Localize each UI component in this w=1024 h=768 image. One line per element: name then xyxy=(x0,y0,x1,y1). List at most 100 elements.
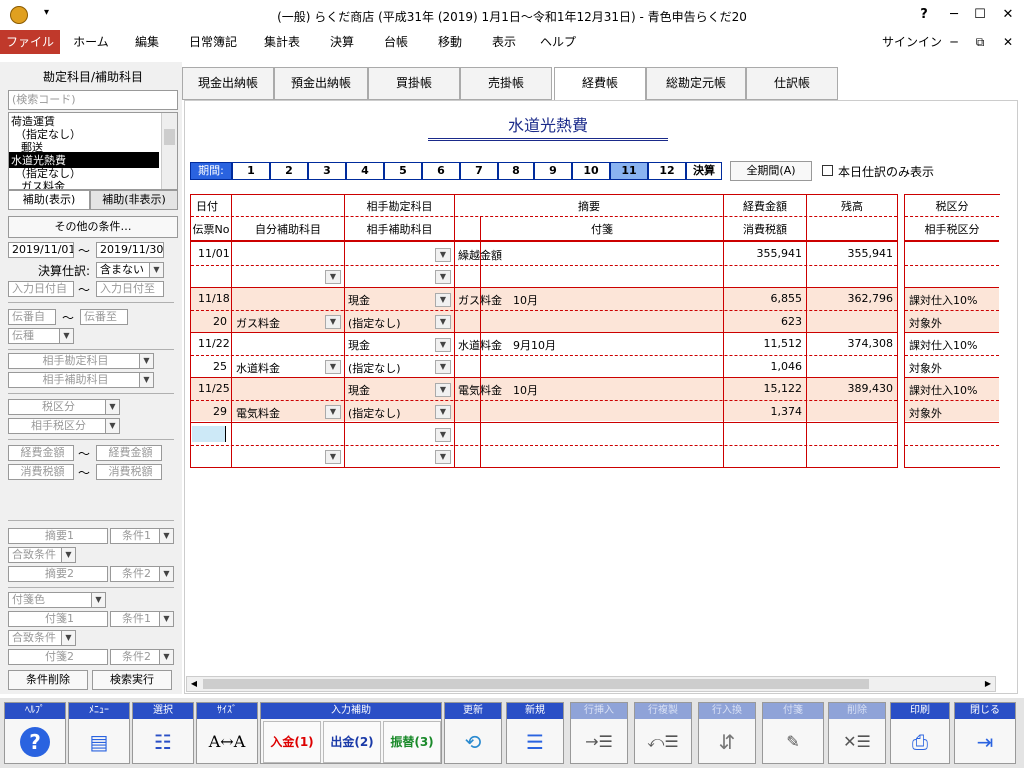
help-button[interactable]: ﾍﾙﾌﾟ? xyxy=(4,702,66,764)
period-12[interactable]: 12 xyxy=(648,162,686,180)
menu-move[interactable]: 移動 xyxy=(430,30,470,54)
withdraw-button[interactable]: 出金(2) xyxy=(323,721,381,763)
period-4[interactable]: 4 xyxy=(346,162,384,180)
cell-date[interactable]: 11/25 xyxy=(198,382,230,395)
select-button[interactable]: 選択 ☷ xyxy=(132,702,194,764)
cell-amount[interactable]: 11,512 xyxy=(724,337,803,350)
summary2-input[interactable]: 摘要2 xyxy=(8,566,108,582)
cell-slip[interactable]: 20 xyxy=(191,315,227,328)
cond1-select[interactable]: 条件1 ▼ xyxy=(110,528,174,544)
cell-date[interactable]: 11/01 xyxy=(198,247,230,260)
cell-partner-tax[interactable]: 対象外 xyxy=(909,360,942,376)
size-button[interactable]: ｻｲｽﾞ A↔A xyxy=(196,702,258,764)
menu-ledger[interactable]: 台帳 xyxy=(376,30,416,54)
all-period-button[interactable]: 全期間(A) xyxy=(730,161,812,181)
period-8[interactable]: 8 xyxy=(498,162,534,180)
period-11[interactable]: 11 xyxy=(610,162,648,180)
cell-summary[interactable]: 繰越金額 xyxy=(458,247,502,263)
horizontal-scrollbar[interactable]: ◀ ▶ xyxy=(186,676,996,692)
period-1[interactable]: 1 xyxy=(232,162,270,180)
minimize-button[interactable]: ─ xyxy=(944,6,964,24)
scroll-right-arrow[interactable]: ▶ xyxy=(981,677,995,691)
slip-to-input[interactable]: 伝番至 xyxy=(80,309,128,325)
tab-journal[interactable]: 仕訳帳 xyxy=(746,67,838,100)
chevron-down-icon[interactable]: ▼ xyxy=(435,293,451,307)
transfer-button[interactable]: 振替(3) xyxy=(383,721,441,763)
cell-partner-account[interactable]: 現金 xyxy=(348,382,370,398)
period-10[interactable]: 10 xyxy=(572,162,610,180)
chevron-down-icon[interactable]: ▼ xyxy=(325,405,341,419)
delete-button[interactable]: 削除 ✕☰ xyxy=(828,702,886,764)
search-execute-button[interactable]: 検索実行 xyxy=(92,670,172,690)
chevron-down-icon[interactable]: ▼ xyxy=(435,338,451,352)
tab-deposit-book[interactable]: 預金出納帳 xyxy=(274,67,368,100)
swap-row-button[interactable]: 行入換 ⇵ xyxy=(698,702,756,764)
other-conditions-button[interactable]: その他の条件… xyxy=(8,216,178,238)
chevron-down-icon[interactable]: ▼ xyxy=(435,405,451,419)
tab-cash-book[interactable]: 現金出納帳 xyxy=(182,67,274,100)
tag-button[interactable]: 付箋 ✎ xyxy=(762,702,824,764)
chevron-down-icon[interactable]: ▼ xyxy=(435,270,451,284)
cell-slip[interactable]: 25 xyxy=(191,360,227,373)
sub-tab-hidden[interactable]: 補助(非表示) xyxy=(90,190,178,210)
slip-type-select[interactable]: 伝種 ▼ xyxy=(8,328,74,344)
cell-partner-tax[interactable]: 対象外 xyxy=(909,315,942,331)
period-3[interactable]: 3 xyxy=(308,162,346,180)
chevron-down-icon[interactable]: ▼ xyxy=(325,270,341,284)
sub-tab-shown[interactable]: 補助(表示) xyxy=(8,190,90,210)
new-button[interactable]: 新規 ☰ xyxy=(506,702,564,764)
cell-partner-sub[interactable]: (指定なし) xyxy=(348,360,401,376)
cell-tax[interactable]: 623 xyxy=(724,315,802,328)
scroll-left-arrow[interactable]: ◀ xyxy=(187,677,201,691)
expense-from-input[interactable]: 経費金額 xyxy=(8,445,74,461)
period-5[interactable]: 5 xyxy=(384,162,422,180)
cell-tax-class[interactable]: 課対仕入10% xyxy=(909,337,977,353)
cell-tax-class[interactable]: 課対仕入10% xyxy=(909,292,977,308)
period-7[interactable]: 7 xyxy=(460,162,498,180)
close-button[interactable]: ✕ xyxy=(998,6,1018,24)
tag1-input[interactable]: 付箋1 xyxy=(8,611,108,627)
cell-tax[interactable]: 1,374 xyxy=(724,405,803,418)
chevron-down-icon[interactable]: ▼ xyxy=(435,315,451,329)
menu-summary[interactable]: 集計表 xyxy=(256,30,308,54)
chevron-down-icon[interactable]: ▼ xyxy=(435,383,451,397)
insert-row-button[interactable]: 行挿入 →☰ xyxy=(570,702,628,764)
tag-cond1-select[interactable]: 条件1 ▼ xyxy=(110,611,174,627)
cell-tax[interactable]: 1,046 xyxy=(724,360,803,373)
cell-tax-class[interactable]: 課対仕入10% xyxy=(909,382,977,398)
ribbon-close-button[interactable]: ✕ xyxy=(998,30,1018,54)
tab-expense-book[interactable]: 経費帳 xyxy=(554,67,646,101)
cell-slip[interactable]: 29 xyxy=(191,405,227,418)
cell-amount[interactable]: 6,855 xyxy=(724,292,803,305)
deposit-button[interactable]: 入金(1) xyxy=(263,721,321,763)
input-date-from[interactable]: 入力日付自 xyxy=(8,281,74,297)
match-cond2-select[interactable]: 合致条件 ▼ xyxy=(8,630,76,646)
menu-button[interactable]: ﾒﾆｭｰ ▤ xyxy=(68,702,130,764)
cell-amount[interactable]: 15,122 xyxy=(724,382,803,395)
partner-sub-select[interactable]: 相手補助科目 ▼ xyxy=(8,372,154,388)
summary1-input[interactable]: 摘要1 xyxy=(8,528,108,544)
cell-partner-tax[interactable]: 対象外 xyxy=(909,405,942,421)
cell-partner-sub[interactable]: (指定なし) xyxy=(348,315,401,331)
cell-own-sub[interactable]: ガス料金 xyxy=(236,315,280,331)
today-only-checkbox[interactable] xyxy=(822,165,833,176)
cell-summary[interactable]: 電気料金 10月 xyxy=(458,382,538,398)
list-item[interactable]: ガス料金 xyxy=(21,178,65,189)
cell-own-sub[interactable]: 水道料金 xyxy=(236,360,280,376)
menu-help[interactable]: ヘルプ xyxy=(536,30,580,54)
scroll-thumb[interactable] xyxy=(203,679,869,689)
maximize-button[interactable]: ☐ xyxy=(970,6,990,24)
refresh-button[interactable]: 更新 ⟲ xyxy=(444,702,502,764)
cell-amount[interactable]: 355,941 xyxy=(724,247,803,260)
date-from-input[interactable]: 2019/11/01 xyxy=(8,242,74,258)
chevron-down-icon[interactable]: ▼ xyxy=(435,360,451,374)
tag2-input[interactable]: 付箋2 xyxy=(8,649,108,665)
slip-from-input[interactable]: 伝番自 xyxy=(8,309,56,325)
signin-link[interactable]: サインイン xyxy=(880,30,944,54)
menu-daily[interactable]: 日常簿記 xyxy=(182,30,244,54)
duplicate-row-button[interactable]: 行複製 ⤺☰ xyxy=(634,702,692,764)
search-code-input[interactable]: (検索コード) xyxy=(8,90,178,110)
tax-to-input[interactable]: 消費税額 xyxy=(96,464,162,480)
print-button[interactable]: 印刷 ⎙ xyxy=(890,702,950,764)
list-scrollbar[interactable] xyxy=(161,113,177,189)
